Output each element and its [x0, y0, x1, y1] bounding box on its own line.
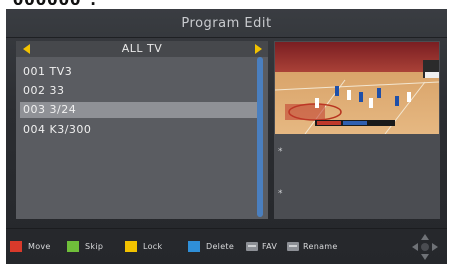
channel-row[interactable]: 001 TV3	[20, 64, 258, 80]
channel-row-selected[interactable]: 003 3/24	[20, 102, 258, 118]
hint-label: Lock	[143, 241, 163, 251]
scrollbar-thumb[interactable]	[257, 57, 263, 217]
info-marker: *	[278, 189, 283, 199]
basketball-broadcast-preview-icon	[275, 42, 439, 134]
green-key-icon	[67, 240, 79, 252]
hint-fav[interactable]: FAV	[246, 239, 277, 253]
group-selector[interactable]: ALL TV	[16, 41, 268, 57]
yellow-key-icon	[125, 240, 137, 252]
fav-key-icon	[246, 241, 258, 251]
hint-label: Move	[28, 241, 51, 251]
video-preview	[275, 42, 439, 134]
hint-label: Delete	[206, 241, 235, 251]
blue-key-icon	[188, 240, 200, 252]
dpad-icon	[412, 234, 438, 260]
info-marker: *	[278, 147, 283, 157]
hint-label: Skip	[85, 241, 104, 251]
top-cropped-text: "000000".	[0, 0, 450, 9]
channel-row[interactable]: 004 K3/300	[20, 122, 258, 138]
hint-rename[interactable]: Rename	[287, 239, 338, 253]
channel-list-panel: ALL TV 001 TV3 002 33 003 3/24 004 K3/30…	[16, 41, 268, 219]
channel-row[interactable]: 002 33	[20, 83, 258, 99]
hint-label: FAV	[262, 241, 278, 251]
arrow-right-icon[interactable]	[255, 44, 262, 54]
page-title: Program Edit	[181, 16, 272, 31]
footer-hints: Move Skip Lock Delete FAV Rename	[6, 229, 447, 264]
group-label: ALL TV	[121, 42, 163, 55]
hint-move[interactable]: Move	[10, 239, 51, 253]
hint-delete[interactable]: Delete	[188, 239, 234, 253]
hint-skip[interactable]: Skip	[67, 239, 103, 253]
red-key-icon	[10, 240, 22, 252]
hint-label: Rename	[303, 241, 338, 251]
rename-key-icon	[287, 241, 299, 251]
hint-lock[interactable]: Lock	[125, 239, 162, 253]
cropped-caption: "000000".	[4, 0, 97, 9]
program-edit-screen: Program Edit ALL TV 001 TV3 002 33 003 3…	[6, 9, 447, 264]
title-divider	[6, 37, 447, 38]
